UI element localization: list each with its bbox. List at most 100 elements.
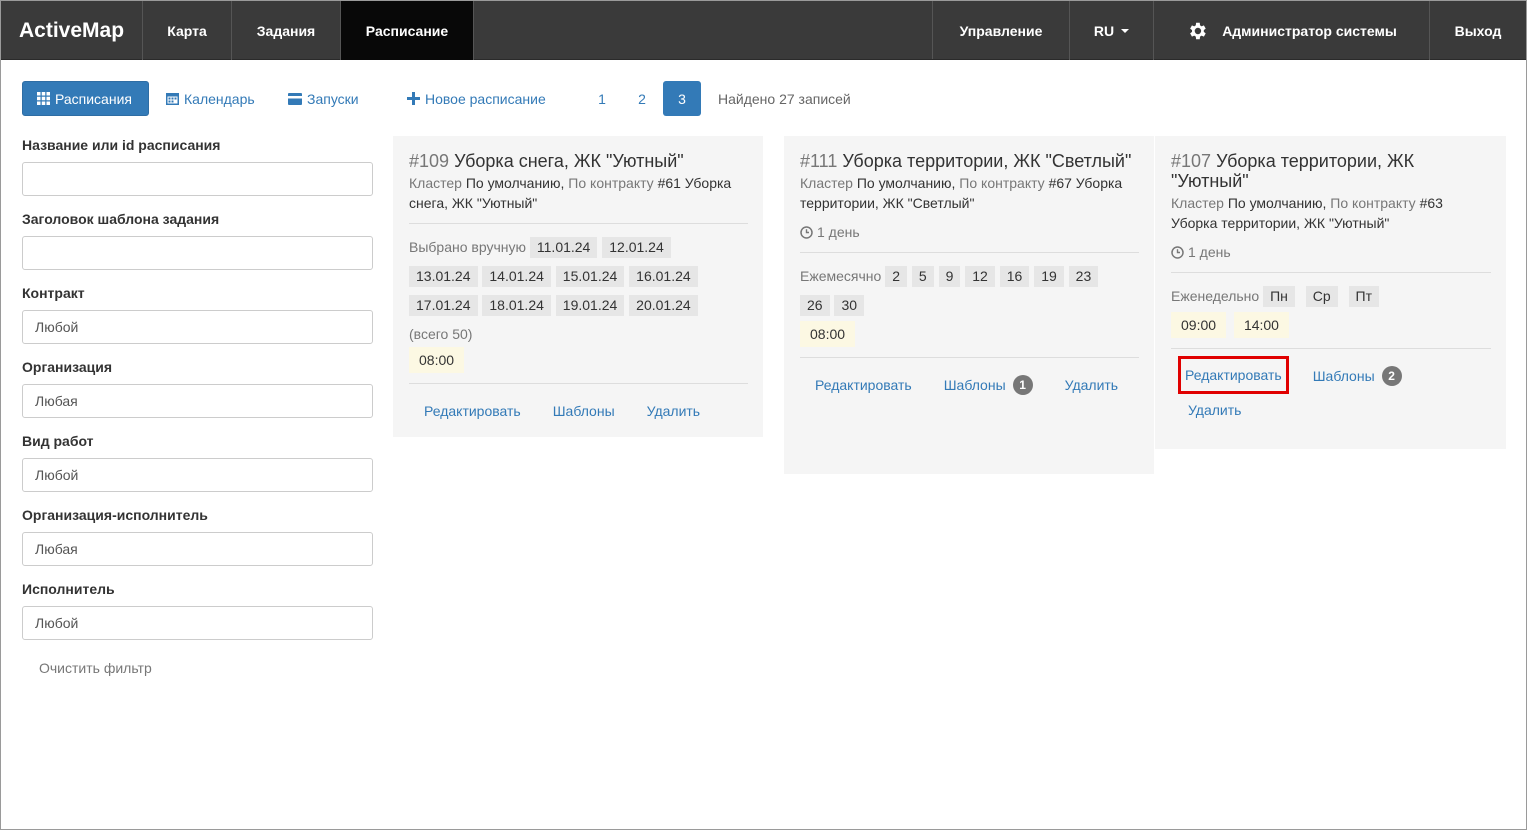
new-schedule-label: Новое расписание — [425, 90, 546, 107]
organization-select[interactable]: Любая — [22, 384, 373, 418]
date-tag: 13.01.24 — [409, 266, 478, 287]
schedule-mode: Ежемесячно — [800, 268, 882, 284]
clear-filter-button[interactable]: Очистить фильтр — [39, 660, 373, 676]
schedule-card: #107 Уборка территории, ЖК "Уютный" Клас… — [1155, 136, 1506, 449]
caret-down-icon — [1121, 28, 1130, 33]
page-2-button[interactable]: 2 — [623, 81, 661, 116]
card-title: #107 Уборка территории, ЖК "Уютный" — [1171, 151, 1491, 191]
nav-language-dropdown[interactable]: RU — [1070, 1, 1154, 60]
edit-button[interactable]: Редактировать — [1178, 356, 1289, 394]
executor-org-filter-label: Организация-исполнитель — [22, 507, 208, 523]
edit-button[interactable]: Редактировать — [409, 394, 536, 428]
date-tag: 12.01.24 — [602, 237, 671, 258]
executor-select[interactable]: Любой — [22, 606, 373, 640]
user-name: Администратор системы — [1222, 22, 1397, 39]
cluster-value: По умолчанию, — [465, 175, 565, 191]
credit-card-icon — [288, 92, 302, 105]
day-tag: 26 — [800, 295, 830, 316]
edit-button[interactable]: Редактировать — [800, 368, 927, 402]
templates-label: Шаблоны — [1312, 368, 1375, 384]
nav-logout[interactable]: Выход — [1430, 1, 1526, 60]
date-tag: 17.01.24 — [409, 295, 478, 316]
worktype-select[interactable]: Любой — [22, 458, 373, 492]
divider — [409, 223, 748, 224]
duration-value: 1 день — [1188, 244, 1231, 260]
schedule-details: Еженедельно Пн Ср Пт 09:00 14:00 — [1171, 283, 1491, 338]
day-tag: Пт — [1348, 286, 1380, 307]
template-filter-label: Заголовок шаблона задания — [22, 211, 220, 227]
date-tag: 19.01.24 — [555, 295, 625, 316]
day-tag: Пн — [1263, 286, 1295, 307]
calendar-label: Календарь — [184, 90, 255, 107]
delete-button[interactable]: Удалить — [1171, 393, 1256, 427]
card-actions: Редактировать Шаблоны 1 Удалить — [800, 368, 1139, 402]
templates-button[interactable]: Шаблоны — [536, 394, 630, 428]
card-actions: Редактировать Шаблоны Удалить — [409, 394, 748, 428]
name-filter-input[interactable] — [22, 162, 373, 196]
divider — [409, 383, 748, 384]
day-tag: 9 — [938, 266, 961, 287]
cluster-label: Кластер — [800, 175, 853, 191]
delete-button[interactable]: Удалить — [1048, 368, 1133, 402]
schedule-mode: Еженедельно — [1171, 288, 1260, 304]
schedule-card: #109 Уборка снега, ЖК "Уютный" Кластер П… — [393, 136, 763, 437]
schedules-button[interactable]: Расписания — [22, 81, 149, 116]
duration-value: 1 день — [817, 224, 860, 240]
time-tag: 08:00 — [409, 347, 465, 373]
card-meta: Кластер По умолчанию, По контракту #61 У… — [409, 173, 748, 213]
date-tag: 15.01.24 — [555, 266, 625, 287]
launches-label: Запуски — [307, 90, 359, 107]
plus-icon — [407, 92, 420, 105]
delete-button[interactable]: Удалить — [630, 394, 715, 428]
nav-map[interactable]: Карта — [143, 1, 232, 60]
time-tag: 14:00 — [1233, 312, 1289, 338]
contract-label: По контракту — [959, 175, 1045, 191]
card-meta: Кластер По умолчанию, По контракту #67 У… — [800, 173, 1139, 213]
time-tag: 09:00 — [1171, 312, 1227, 338]
divider — [1171, 272, 1491, 273]
brand-logo[interactable]: ActiveMap — [1, 1, 143, 60]
date-tag: 14.01.24 — [482, 266, 551, 287]
template-filter-input[interactable] — [22, 236, 373, 270]
executor-org-select[interactable]: Любая — [22, 532, 373, 566]
contract-label: По контракту — [1330, 195, 1416, 211]
schedule-card: #111 Уборка территории, ЖК "Светлый" Кла… — [784, 136, 1154, 474]
cluster-label: Кластер — [409, 175, 462, 191]
cluster-value: По умолчанию, — [1227, 195, 1327, 211]
page-3-button[interactable]: 3 — [663, 81, 701, 116]
organization-filter-label: Организация — [22, 359, 113, 375]
card-title: #111 Уборка территории, ЖК "Светлый" — [800, 151, 1139, 171]
day-tag: 19 — [1034, 266, 1064, 287]
contract-select[interactable]: Любой — [22, 310, 373, 344]
worktype-filter-label: Вид работ — [22, 433, 94, 449]
contract-label: По контракту — [568, 175, 654, 191]
cluster-label: Кластер — [1171, 195, 1224, 211]
contract-filter-label: Контракт — [22, 285, 85, 301]
new-schedule-button[interactable]: Новое расписание — [407, 81, 546, 116]
calendar-button[interactable]: Календарь — [166, 81, 255, 116]
card-id: #111 — [800, 151, 838, 171]
card-id: #109 — [409, 151, 450, 171]
nav-tasks[interactable]: Задания — [232, 1, 341, 60]
page-1-button[interactable]: 1 — [583, 81, 621, 116]
templates-button[interactable]: Шаблоны 1 — [927, 368, 1048, 402]
day-tag: 30 — [834, 295, 865, 316]
grid-icon — [37, 92, 50, 105]
clock-icon — [1171, 245, 1184, 259]
clock-icon — [800, 225, 813, 239]
divider — [1171, 348, 1491, 349]
templates-button[interactable]: Шаблоны 2 — [1286, 359, 1417, 393]
date-tag: 18.01.24 — [482, 295, 551, 316]
nav-spacer — [474, 1, 933, 59]
card-meta: Кластер По умолчанию, По контракту #63 У… — [1171, 193, 1491, 233]
nav-schedule[interactable]: Расписание — [341, 1, 474, 60]
divider — [800, 252, 1139, 253]
name-filter-label: Название или id расписания — [22, 137, 221, 153]
nav-manage[interactable]: Управление — [933, 1, 1070, 60]
nav-user[interactable]: Администратор системы — [1154, 1, 1430, 60]
gear-icon — [1190, 22, 1206, 39]
launches-button[interactable]: Запуски — [288, 81, 359, 116]
calendar-icon — [166, 93, 179, 105]
navbar: ActiveMap Карта Задания Расписание Управ… — [1, 1, 1526, 60]
schedule-details: Ежемесячно 2 5 9 12 16 19 23 26 30 08:00 — [800, 263, 1139, 347]
